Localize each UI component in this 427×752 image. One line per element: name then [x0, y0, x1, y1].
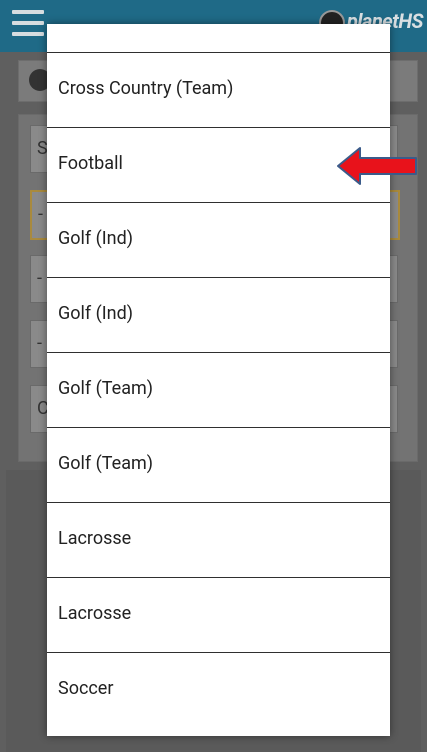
list-item[interactable]: Soccer — [47, 653, 390, 728]
list-item[interactable]: Lacrosse — [47, 503, 390, 578]
list-item-label: Lacrosse — [58, 603, 132, 624]
list-item[interactable]: Lacrosse — [47, 578, 390, 653]
field-text: - — [37, 333, 42, 354]
list-item[interactable]: Golf (Team) — [47, 353, 390, 428]
list-item[interactable]: Cross Country (Team) — [47, 53, 390, 128]
list-item[interactable]: Golf (Team) — [47, 428, 390, 503]
list-item-label: Cross Country (Team) — [58, 78, 234, 99]
list-item-label: Golf (Team) — [58, 453, 154, 474]
list-item-label: Lacrosse — [58, 528, 132, 549]
list-item-label: Golf (Team) — [58, 378, 154, 399]
list-item[interactable]: Golf (Ind) — [47, 203, 390, 278]
list-item-label: Football — [58, 153, 123, 174]
menu-icon[interactable] — [12, 10, 44, 38]
list-item[interactable]: Golf (Ind) — [47, 278, 390, 353]
list-item[interactable] — [47, 24, 390, 53]
red-arrow-icon — [337, 147, 417, 185]
list-item-label: Golf (Ind) — [58, 303, 134, 324]
list-item-label: Soccer — [58, 678, 114, 699]
field-text: - — [37, 268, 42, 289]
sport-dropdown-list[interactable]: Cross Country (Team) Football Golf (Ind)… — [47, 24, 390, 736]
field-text: - — [38, 204, 43, 225]
list-item-label: Golf (Ind) — [58, 228, 134, 249]
